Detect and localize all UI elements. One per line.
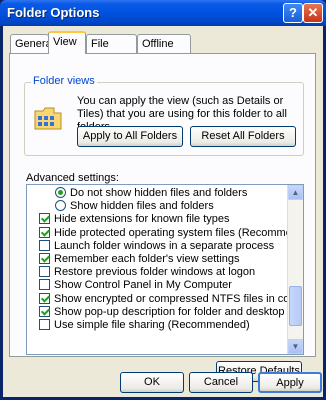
- checkbox[interactable]: [39, 266, 50, 278]
- checkbox[interactable]: [39, 319, 50, 330]
- folder-views-icon: [34, 107, 62, 130]
- help-button[interactable]: ?: [283, 3, 303, 23]
- close-button[interactable]: ✕: [303, 3, 323, 23]
- checkbox-option[interactable]: Remember each folder's view settings: [27, 253, 287, 266]
- view-tab-panel: Folder views You can apply the view (suc…: [9, 53, 316, 382]
- checkbox-option[interactable]: Restore previous folder windows at logon: [27, 266, 287, 279]
- checkbox-option[interactable]: Show pop-up description for folder and d…: [27, 305, 303, 319]
- reset-all-folders-button[interactable]: Reset All Folders: [190, 126, 296, 147]
- option-label: Hide protected operating system files (R…: [54, 226, 304, 239]
- radio-option[interactable]: Do not show hidden files and folders: [27, 187, 287, 200]
- tab-view[interactable]: View: [48, 31, 86, 54]
- checkbox[interactable]: [39, 239, 50, 251]
- folder-options-window: Folder Options ? ✕ General View File Typ…: [0, 0, 326, 400]
- checkbox-option[interactable]: Show encrypted or compressed NTFS files …: [27, 292, 302, 306]
- option-label: Show Control Panel in My Computer: [54, 279, 232, 292]
- checkbox[interactable]: [39, 226, 50, 238]
- checkbox[interactable]: [39, 292, 50, 304]
- option-label: Hide extensions for known file types: [54, 213, 230, 226]
- title-bar[interactable]: Folder Options ? ✕: [0, 0, 326, 26]
- tab-offline-files[interactable]: Offline Files: [137, 34, 191, 64]
- option-label: Restore previous folder windows at logon: [54, 266, 256, 279]
- ok-button[interactable]: OK: [120, 372, 184, 393]
- help-icon: ?: [289, 5, 297, 20]
- option-label: Launch folder windows in a separate proc…: [54, 239, 275, 252]
- folder-views-label: Folder views: [31, 75, 97, 87]
- folder-views-group: Folder views You can apply the view (suc…: [24, 75, 304, 156]
- window-title: Folder Options: [7, 5, 100, 20]
- scroll-up-button[interactable]: ▲: [288, 185, 303, 200]
- advanced-settings-label: Advanced settings:: [26, 172, 119, 184]
- option-label: Show hidden files and folders: [70, 200, 214, 213]
- option-label: Show pop-up description for folder and d…: [54, 305, 304, 318]
- scrollbar[interactable]: ▲ ▼: [287, 185, 303, 354]
- checkbox-option[interactable]: Show Control Panel in My Computer: [27, 279, 287, 292]
- radio-option[interactable]: Show hidden files and folders: [27, 200, 287, 213]
- checkbox[interactable]: [39, 213, 50, 225]
- radio-button[interactable]: [55, 187, 66, 198]
- apply-to-all-folders-button[interactable]: Apply to All Folders: [77, 126, 183, 147]
- scroll-down-button[interactable]: ▼: [288, 339, 303, 354]
- checkbox[interactable]: [39, 253, 50, 264]
- option-label: Do not show hidden files and folders: [70, 187, 248, 199]
- option-label: Remember each folder's view settings: [54, 253, 240, 265]
- checkbox[interactable]: [39, 305, 50, 317]
- radio-button[interactable]: [55, 200, 66, 212]
- cancel-button[interactable]: Cancel: [189, 372, 253, 393]
- option-label: Use simple file sharing (Recommended): [54, 319, 250, 331]
- close-icon: ✕: [307, 5, 319, 20]
- checkbox-option[interactable]: Launch folder windows in a separate proc…: [27, 239, 287, 253]
- option-label: Show encrypted or compressed NTFS files …: [54, 292, 302, 305]
- apply-button[interactable]: Apply: [258, 372, 322, 393]
- advanced-settings-list[interactable]: Do not show hidden files and folders Show…: [26, 184, 304, 355]
- dialog-body: General View File Types Offline Files Fo…: [3, 26, 323, 397]
- arrow-up-icon: ▲: [291, 188, 300, 197]
- checkbox-option[interactable]: Use simple file sharing (Recommended): [27, 319, 287, 332]
- tab-general[interactable]: General: [10, 34, 54, 53]
- arrow-down-icon: ▼: [291, 342, 300, 351]
- tab-file-types[interactable]: File Types: [86, 34, 137, 64]
- checkbox[interactable]: [39, 279, 50, 291]
- checkbox-option[interactable]: Hide protected operating system files (R…: [27, 226, 303, 240]
- checkbox-option[interactable]: Hide extensions for known file types: [27, 213, 287, 226]
- scroll-thumb[interactable]: [289, 286, 302, 326]
